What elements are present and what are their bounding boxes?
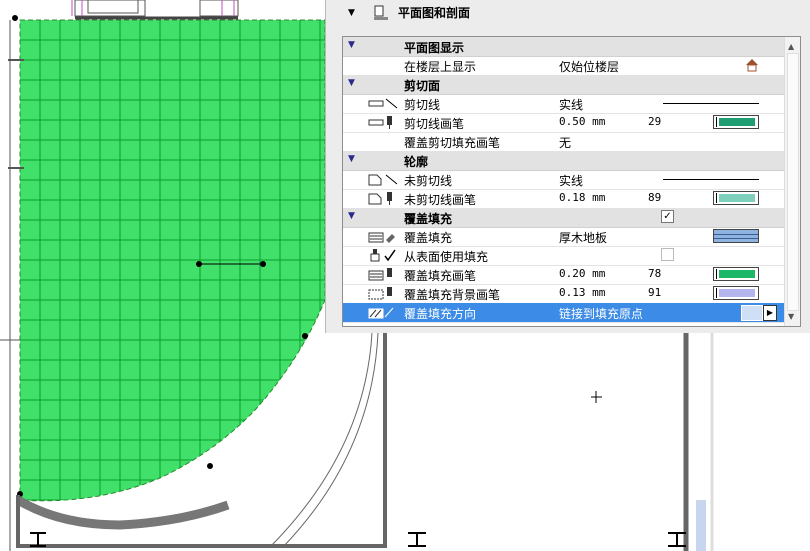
- property-row[interactable]: 覆盖剪切填充画笔 无: [343, 132, 784, 152]
- fill-pattern-swatch[interactable]: [713, 229, 759, 243]
- line-preview: [663, 103, 759, 104]
- house-icon[interactable]: [745, 58, 759, 75]
- row-value[interactable]: 0.13 mm: [559, 286, 605, 299]
- section-header-row[interactable]: ▼ 剪切面: [343, 75, 784, 95]
- row-label: 从表面使用填充: [404, 250, 489, 264]
- settings-panel: ▼ 平面图和剖面 ▼ 平面图显示 在楼层上显示 仅始位楼层 ▼ 剪切面 剪切线 实线 剪切线画笔…: [325, 0, 810, 333]
- fill-type-icon: [367, 229, 401, 244]
- play-arrow-icon[interactable]: ▶: [763, 305, 777, 321]
- row-label: 剪切面: [404, 79, 441, 93]
- row-label: 覆盖填充画笔: [404, 269, 477, 283]
- property-row[interactable]: 未剪切线画笔 0.18 mm 89: [343, 189, 784, 209]
- uncut-pen-icon: [367, 191, 401, 206]
- section-header-row[interactable]: ▼ 平面图显示: [343, 37, 784, 57]
- cut-line-icon: [367, 96, 401, 111]
- property-row[interactable]: 在楼层上显示 仅始位楼层: [343, 56, 784, 76]
- property-row[interactable]: 覆盖填充 厚木地板: [343, 227, 784, 247]
- uncut-line-icon: [367, 172, 401, 187]
- settings-list: ▼ 平面图显示 在楼层上显示 仅始位楼层 ▼ 剪切面 剪切线 实线 剪切线画笔 0.50 mm 29…: [342, 36, 801, 327]
- section-toggle-icon[interactable]: ▼: [348, 154, 355, 164]
- scroll-thumb[interactable]: [787, 53, 799, 311]
- row-label: 在楼层上显示: [404, 60, 477, 74]
- row-label: 未剪切线: [404, 174, 453, 188]
- row-label: 覆盖填充: [404, 231, 453, 245]
- pen-icon: [367, 115, 401, 130]
- surface-check-icon: [367, 248, 401, 263]
- row-value[interactable]: 无: [559, 134, 571, 151]
- section-toggle-icon[interactable]: ▼: [348, 211, 355, 221]
- row-label: 覆盖填充: [404, 212, 453, 226]
- row-label: 覆盖填充背景画笔: [404, 288, 501, 302]
- pen-color-swatch[interactable]: [713, 286, 759, 300]
- fill-orientation-icon: [367, 305, 401, 320]
- property-row[interactable]: 未剪切线 实线: [343, 170, 784, 190]
- panel-title: 平面图和剖面: [398, 6, 471, 20]
- property-row[interactable]: 剪切线 实线: [343, 94, 784, 114]
- row-value[interactable]: 仅始位楼层: [559, 58, 619, 75]
- floor-plan-section-icon: [374, 5, 388, 20]
- row-value[interactable]: 0.18 mm: [559, 191, 605, 204]
- row-label: 轮廓: [404, 155, 429, 169]
- row-value[interactable]: 链接到填充原点: [559, 305, 643, 322]
- row-value[interactable]: 厚木地板: [559, 229, 607, 246]
- row-label: 覆盖剪切填充画笔: [404, 136, 501, 150]
- collapse-triangle-icon[interactable]: ▼: [348, 8, 355, 18]
- pen-number[interactable]: 91: [648, 286, 661, 299]
- row-label: 剪切线: [404, 98, 441, 112]
- row-value[interactable]: 实线: [559, 172, 583, 189]
- property-row[interactable]: 覆盖填充方向 链接到填充原点 ▶: [343, 303, 784, 323]
- fill-pen-icon: [367, 267, 401, 282]
- row-label: 剪切线画笔: [404, 117, 465, 131]
- section-toggle-icon[interactable]: ▼: [348, 40, 355, 50]
- pen-color-swatch[interactable]: [713, 115, 759, 129]
- pen-number[interactable]: 89: [648, 191, 661, 204]
- row-value[interactable]: 实线: [559, 96, 583, 113]
- row-value[interactable]: 0.50 mm: [559, 115, 605, 128]
- row-label: 平面图显示: [404, 41, 465, 55]
- property-row[interactable]: 从表面使用填充: [343, 246, 784, 266]
- fill-orientation-button[interactable]: [741, 305, 763, 321]
- row-label: 覆盖填充方向: [404, 307, 477, 321]
- pen-number[interactable]: 78: [648, 267, 661, 280]
- row-label: 未剪切线画笔: [404, 193, 477, 207]
- property-row[interactable]: 覆盖填充背景画笔 0.13 mm 91: [343, 284, 784, 304]
- vertical-scrollbar[interactable]: ▲ ▼: [784, 37, 800, 326]
- section-header-row[interactable]: ▼ 覆盖填充 ✓: [343, 208, 784, 228]
- pen-color-swatch[interactable]: [713, 191, 759, 205]
- row-value[interactable]: 0.20 mm: [559, 267, 605, 280]
- pen-number[interactable]: 29: [648, 115, 661, 128]
- section-header-row[interactable]: ▼ 轮廓: [343, 151, 784, 171]
- section-checkbox[interactable]: ✓: [661, 210, 674, 223]
- panel-header[interactable]: ▼ 平面图和剖面: [326, 0, 810, 26]
- section-toggle-icon[interactable]: ▼: [348, 78, 355, 88]
- property-row[interactable]: 覆盖填充画笔 0.20 mm 78: [343, 265, 784, 285]
- pen-color-swatch[interactable]: [713, 267, 759, 281]
- property-row[interactable]: 剪切线画笔 0.50 mm 29: [343, 113, 784, 133]
- scroll-down-icon[interactable]: ▼: [788, 312, 794, 321]
- fill-bg-pen-icon: [367, 286, 401, 301]
- line-preview: [663, 179, 759, 180]
- use-surface-fill-checkbox[interactable]: [661, 248, 674, 261]
- scroll-up-icon[interactable]: ▲: [788, 42, 794, 51]
